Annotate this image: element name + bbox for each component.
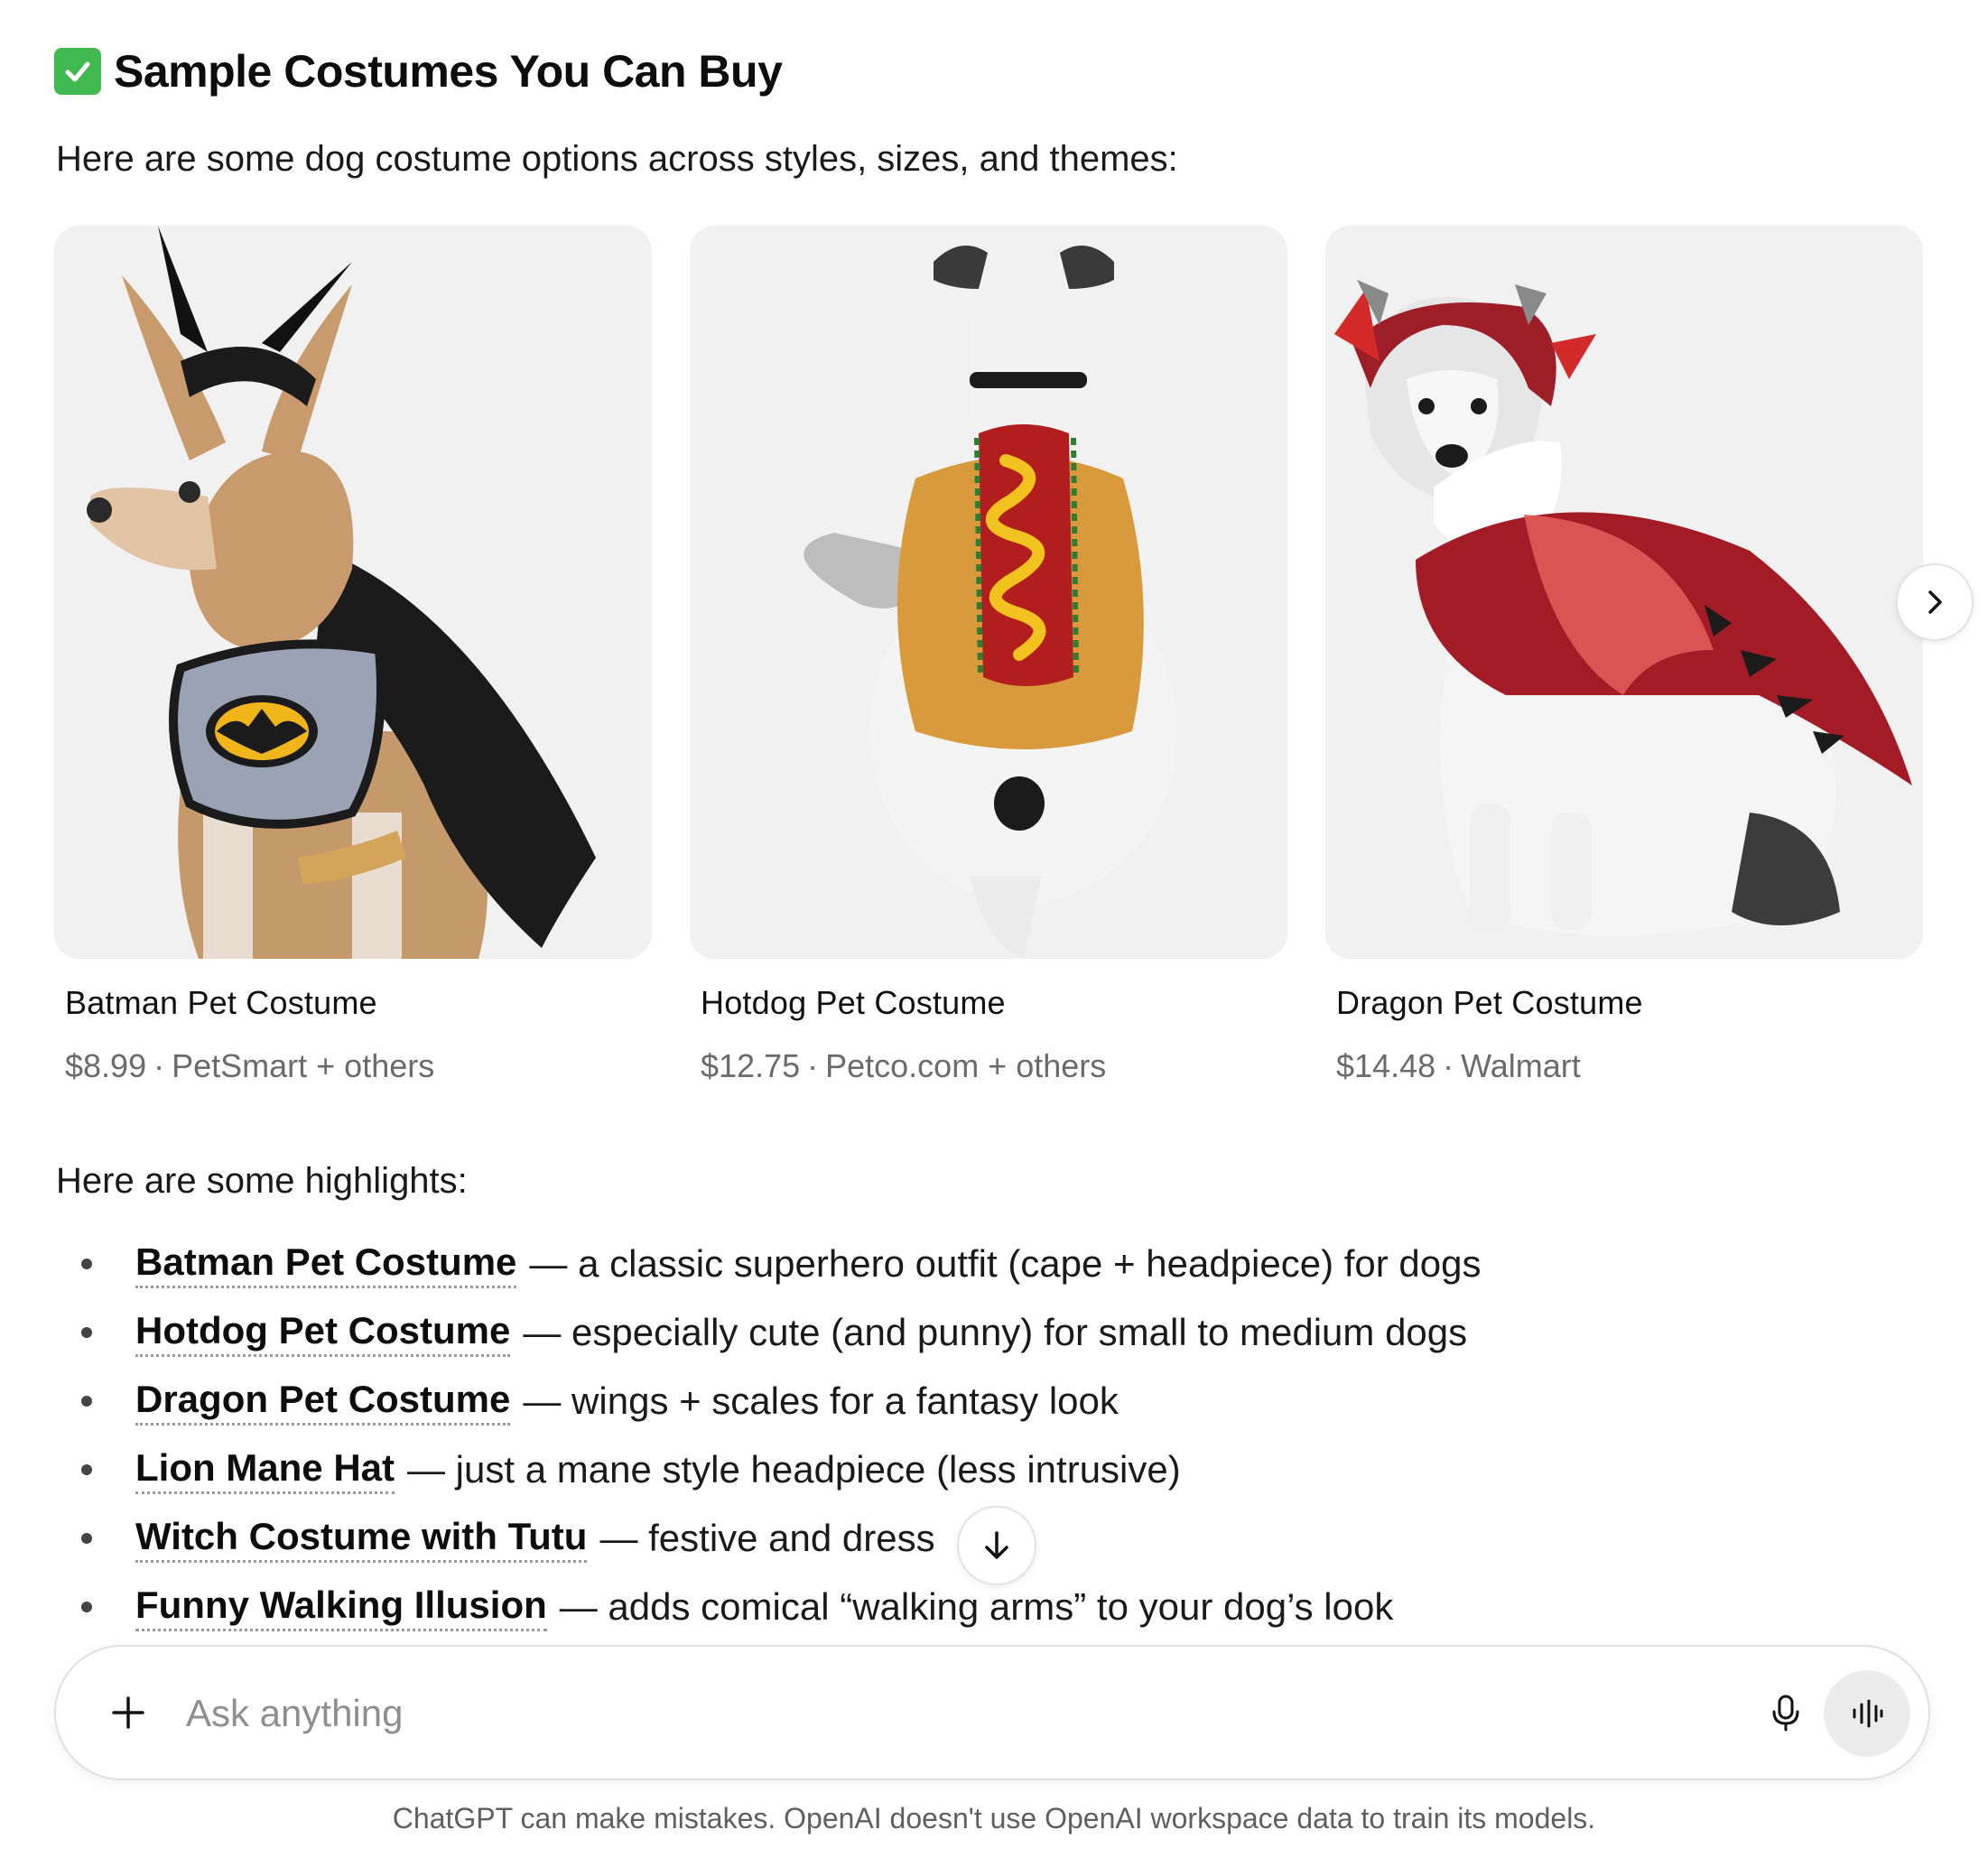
- highlight-link[interactable]: Hotdog Pet Costume: [135, 1309, 511, 1357]
- dog-in-batman-costume-image: [54, 226, 652, 959]
- check-mark-button-icon: [54, 48, 101, 95]
- list-item: Lion Mane Hat — just a mane style headpi…: [81, 1443, 1181, 1497]
- product-image-hotdog[interactable]: [690, 226, 1287, 959]
- list-item: Witch Costume with Tutu — festive and dr…: [81, 1511, 935, 1565]
- product-card-dragon[interactable]: Dragon Pet Costume $14.48 · Walmart: [1325, 226, 1923, 1085]
- product-price: $8.99: [65, 1047, 147, 1084]
- meta-separator: ·: [807, 1047, 819, 1084]
- highlight-link[interactable]: Witch Costume with Tutu: [135, 1515, 588, 1563]
- chat-response-page: Sample Costumes You Can Buy Here are som…: [0, 0, 1988, 1867]
- highlight-desc: — wings + scales for a fantasy look: [523, 1379, 1119, 1422]
- highlight-desc: — adds comical “walking arms” to your do…: [559, 1585, 1394, 1628]
- carousel-next-button[interactable]: [1896, 563, 1974, 641]
- list-item: Hotdog Pet Costume — especially cute (an…: [81, 1305, 1467, 1360]
- bullet-dot: [81, 1396, 92, 1407]
- meta-separator: ·: [153, 1047, 165, 1084]
- voice-mode-icon: [1853, 1699, 1883, 1728]
- product-title[interactable]: Batman Pet Costume: [65, 984, 652, 1022]
- highlight-link[interactable]: Funny Walking Illusion: [135, 1584, 547, 1631]
- section-title: Sample Costumes You Can Buy: [114, 46, 783, 97]
- voice-mode-button[interactable]: [1824, 1670, 1910, 1757]
- highlight-desc: — just a mane style headpiece (less intr…: [407, 1448, 1181, 1491]
- product-meta: $8.99 · PetSmart + others: [65, 1047, 652, 1085]
- product-title[interactable]: Hotdog Pet Costume: [701, 984, 1287, 1022]
- bullet-dot: [81, 1464, 92, 1475]
- highlight-link[interactable]: Lion Mane Hat: [135, 1446, 395, 1494]
- list-item: Dragon Pet Costume — wings + scales for …: [81, 1374, 1119, 1428]
- meta-separator: ·: [1443, 1047, 1454, 1084]
- plus-icon: [112, 1696, 144, 1729]
- bullet-dot: [81, 1602, 92, 1612]
- section-heading: Sample Costumes You Can Buy: [54, 45, 783, 98]
- product-image-dragon[interactable]: [1325, 226, 1923, 959]
- product-seller: Petco.com + others: [825, 1047, 1107, 1084]
- product-title[interactable]: Dragon Pet Costume: [1336, 984, 1923, 1022]
- dog-in-dragon-costume-image: [1325, 226, 1923, 959]
- add-attachment-button[interactable]: [96, 1680, 161, 1745]
- highlight-desc: — a classic superhero outfit (cape + hea…: [529, 1242, 1482, 1285]
- product-card-batman[interactable]: Batman Pet Costume $8.99 · PetSmart + othe…: [54, 226, 652, 1085]
- dictate-button[interactable]: [1753, 1680, 1818, 1745]
- highlight-link[interactable]: Dragon Pet Costume: [135, 1378, 511, 1426]
- list-item: Funny Walking Illusion — adds comical “w…: [81, 1580, 1393, 1634]
- product-meta: $12.75 · Petco.com + others: [701, 1047, 1287, 1085]
- highlight-desc: — festive and dress: [599, 1517, 935, 1559]
- microphone-icon: [1772, 1695, 1799, 1732]
- product-price: $14.48: [1336, 1047, 1436, 1084]
- bullet-dot: [81, 1327, 92, 1338]
- product-meta: $14.48 · Walmart: [1336, 1047, 1923, 1085]
- product-image-batman[interactable]: [54, 226, 652, 959]
- chevron-right-icon: [1928, 590, 1942, 614]
- list-item: Batman Pet Costume — a classic superhero…: [81, 1237, 1482, 1291]
- product-seller: Walmart: [1461, 1047, 1581, 1084]
- bullet-dot: [81, 1259, 92, 1269]
- product-seller: PetSmart + others: [172, 1047, 435, 1084]
- scroll-to-bottom-button[interactable]: [957, 1506, 1036, 1585]
- message-composer: [54, 1645, 1930, 1780]
- highlight-desc: — especially cute (and punny) for small …: [523, 1311, 1468, 1353]
- arrow-down-icon: [985, 1531, 1008, 1559]
- disclaimer-text: ChatGPT can make mistakes. OpenAI doesn'…: [392, 1802, 1596, 1834]
- bullet-dot: [81, 1533, 92, 1544]
- dog-in-hotdog-costume-image: [690, 226, 1287, 959]
- highlights-intro: Here are some highlights:: [56, 1161, 468, 1201]
- product-card-hotdog[interactable]: Hotdog Pet Costume $12.75 · Petco.com + ot…: [690, 226, 1287, 1085]
- highlight-link[interactable]: Batman Pet Costume: [135, 1240, 517, 1288]
- intro-text: Here are some dog costume options across…: [56, 139, 1178, 179]
- product-price: $12.75: [701, 1047, 801, 1084]
- prompt-input[interactable]: [184, 1683, 1723, 1744]
